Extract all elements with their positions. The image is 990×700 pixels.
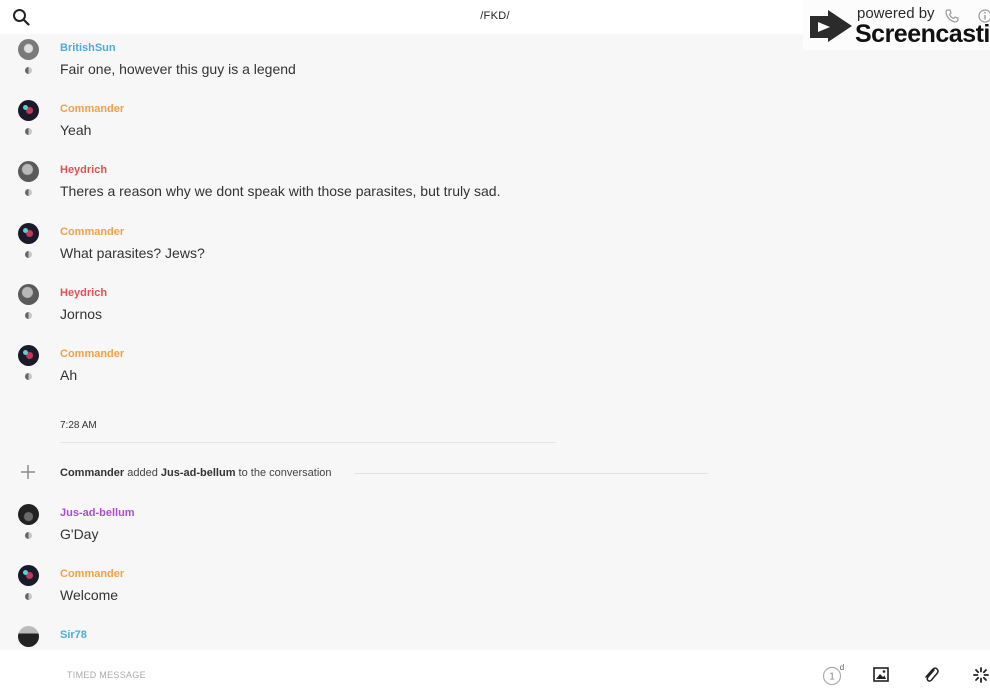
read-status-icon xyxy=(25,251,32,258)
read-status-icon xyxy=(25,532,32,539)
message-author[interactable]: Sir78 xyxy=(60,629,87,641)
message-item: Commander Yeah xyxy=(0,95,990,156)
info-icon[interactable] xyxy=(978,9,990,23)
read-status-icon xyxy=(25,373,32,380)
avatar[interactable] xyxy=(18,39,39,60)
read-status-icon xyxy=(25,189,32,196)
message-item: Heydrich Jornos xyxy=(0,279,990,340)
system-event: Commander added Jus-ad-bellum to the con… xyxy=(60,467,332,479)
message-author[interactable]: Heydrich xyxy=(60,287,107,299)
avatar[interactable] xyxy=(18,345,39,366)
message-item: Commander What parasites? Jews? xyxy=(0,218,990,279)
message-feed[interactable]: BritishSun Fair one, however this guy is… xyxy=(0,34,990,650)
message-author[interactable]: Commander xyxy=(60,226,124,238)
divider xyxy=(354,473,708,474)
composer-bar: TIMED MESSAGE 1 d xyxy=(0,650,990,700)
message-author[interactable]: BritishSun xyxy=(60,42,116,54)
event-actor[interactable]: Commander xyxy=(60,467,124,479)
message-item: Commander Welcome xyxy=(0,560,990,621)
event-verb: added xyxy=(127,467,158,479)
message-author[interactable]: Commander xyxy=(60,348,124,360)
message-text: Ah xyxy=(60,367,78,383)
divider xyxy=(60,442,556,443)
message-text: Welcome xyxy=(60,587,119,603)
read-status-icon xyxy=(25,312,32,319)
event-suffix: to the conversation xyxy=(238,467,332,479)
read-status-icon xyxy=(25,67,32,74)
avatar[interactable] xyxy=(18,626,39,647)
paperclip-icon[interactable] xyxy=(923,666,939,684)
timer-count: 1 xyxy=(829,672,835,683)
message-item: Jus-ad-bellum G'Day xyxy=(0,499,990,560)
message-author[interactable]: Commander xyxy=(60,103,124,115)
message-author[interactable]: Heydrich xyxy=(60,164,107,176)
message-text: Theres a reason why we dont speak with t… xyxy=(60,183,501,199)
message-text: Yeah xyxy=(60,122,92,138)
message-text: G'Day xyxy=(60,526,99,542)
message-text: Fair one, however this guy is a legend xyxy=(60,61,296,77)
message-input[interactable]: TIMED MESSAGE xyxy=(67,670,146,680)
phone-icon[interactable] xyxy=(945,9,959,23)
read-status-icon xyxy=(25,128,32,135)
plus-icon xyxy=(21,465,35,479)
message-text: What parasites? Jews? xyxy=(60,245,205,261)
avatar[interactable] xyxy=(18,565,39,586)
event-subject[interactable]: Jus-ad-bellum xyxy=(161,467,236,479)
avatar[interactable] xyxy=(18,161,39,182)
avatar[interactable] xyxy=(18,223,39,244)
message-author[interactable]: Commander xyxy=(60,568,124,580)
message-item: BritishSun Fair one, however this guy is… xyxy=(0,34,990,95)
timer-unit: d xyxy=(840,664,844,672)
avatar[interactable] xyxy=(18,284,39,305)
message-item: Commander Ah xyxy=(0,340,990,401)
message-author[interactable]: Jus-ad-bellum xyxy=(60,507,135,519)
read-status-icon xyxy=(25,593,32,600)
message-text: Jornos xyxy=(60,306,103,322)
timestamp-divider: 7:28 AM xyxy=(60,420,97,431)
timer-icon[interactable]: 1 d xyxy=(822,664,846,686)
avatar[interactable] xyxy=(18,504,39,525)
image-icon[interactable] xyxy=(873,667,889,682)
message-item: Heydrich Theres a reason why we dont spe… xyxy=(0,156,990,217)
sparkle-icon[interactable] xyxy=(973,667,989,683)
avatar[interactable] xyxy=(18,100,39,121)
message-item: Sir78 xyxy=(0,621,990,650)
